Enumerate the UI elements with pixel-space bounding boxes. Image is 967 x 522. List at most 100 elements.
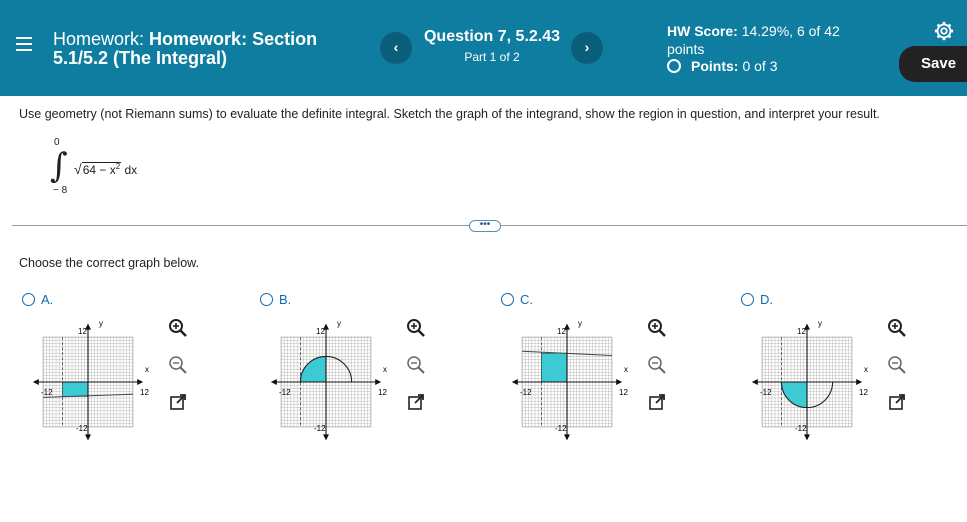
- expand-icon[interactable]: [647, 392, 667, 412]
- axis-y-label: y: [99, 319, 103, 328]
- y-arrow: [564, 434, 570, 441]
- option-d-label[interactable]: D.: [741, 292, 773, 307]
- tick-neg-y: -12: [555, 424, 567, 433]
- graph-a: y x 12 12 -12 -12: [32, 319, 149, 441]
- y-arrow: [323, 434, 329, 441]
- menu-icon[interactable]: [16, 37, 32, 53]
- hw-score: HW Score: 14.29%, 6 of 42 points: [667, 22, 867, 58]
- expand-icon[interactable]: [406, 392, 426, 412]
- more-button[interactable]: •••: [469, 220, 501, 232]
- points-status: Points: 0 of 3: [667, 58, 777, 74]
- radio-button[interactable]: [501, 293, 514, 306]
- tick-neg-y: -12: [795, 424, 807, 433]
- zoom-in-icon[interactable]: [406, 318, 426, 338]
- tick-neg-y: -12: [314, 424, 326, 433]
- radical-sign: √: [74, 161, 82, 177]
- tick-neg-x: -12: [760, 388, 772, 397]
- assignment-title: Homework: Homework: Section 5.1/5.2 (The…: [53, 30, 353, 68]
- tick-pos-x: 12: [378, 388, 387, 397]
- integral-sign: ∫: [50, 146, 68, 186]
- option-letter: D.: [760, 292, 773, 307]
- x-arrow: [856, 379, 863, 385]
- option-a[interactable]: A. y x 12 12 -12 -12: [22, 292, 202, 452]
- differential: dx: [121, 163, 138, 177]
- expand-icon[interactable]: [168, 392, 188, 412]
- shaded-region: [62, 381, 89, 397]
- option-letter: B.: [279, 292, 292, 307]
- y-arrow: [85, 434, 91, 441]
- radio-button[interactable]: [22, 293, 35, 306]
- axis-y-label: y: [818, 319, 822, 328]
- graph-tools: [887, 318, 909, 429]
- option-d[interactable]: D. y x 12 12 -12 -12: [741, 292, 921, 452]
- tick-pos-y: 12: [557, 327, 566, 336]
- points-value: 0 of 3: [742, 58, 778, 74]
- zoom-out-icon[interactable]: [406, 355, 426, 375]
- option-a-label[interactable]: A.: [22, 292, 53, 307]
- option-letter: C.: [520, 292, 533, 307]
- points-ring-icon: [667, 59, 681, 73]
- option-b-label[interactable]: B.: [260, 292, 291, 307]
- zoom-out-icon[interactable]: [647, 355, 667, 375]
- top-header: Homework: Homework: Section 5.1/5.2 (The…: [0, 0, 967, 96]
- zoom-out-icon[interactable]: [168, 355, 188, 375]
- exponent: 2: [115, 162, 121, 171]
- tick-pos-y: 12: [78, 327, 87, 336]
- gear-icon[interactable]: [933, 20, 955, 42]
- shaded-region: [541, 352, 568, 383]
- y-arrow: [804, 434, 810, 441]
- integrand: √64 − x2 dx: [74, 161, 137, 177]
- tick-neg-x: -12: [279, 388, 291, 397]
- x-arrow: [270, 379, 277, 385]
- option-letter: A.: [41, 292, 54, 307]
- next-question-button[interactable]: ›: [571, 32, 603, 64]
- graph-body: [32, 323, 144, 441]
- zoom-out-icon[interactable]: [887, 355, 907, 375]
- graph-body: [751, 323, 863, 441]
- option-c[interactable]: C. y x 12 12 -12 -12: [501, 292, 681, 452]
- option-c-label[interactable]: C.: [501, 292, 533, 307]
- zoom-in-icon[interactable]: [168, 318, 188, 338]
- axis-x-label: x: [383, 365, 387, 374]
- save-button[interactable]: Save: [899, 46, 967, 82]
- graph-d: y x 12 12 -12 -12: [751, 319, 868, 441]
- expand-icon[interactable]: [887, 392, 907, 412]
- axis-x-label: x: [864, 365, 868, 374]
- graph-tools: [647, 318, 669, 429]
- axis-y-label: y: [337, 319, 341, 328]
- graph-tools: [406, 318, 428, 429]
- tick-neg-x: -12: [520, 388, 532, 397]
- graph-c: y x 12 12 -12 -12: [511, 319, 628, 441]
- x-arrow: [511, 379, 518, 385]
- question-part: Part 1 of 2: [464, 50, 520, 64]
- tick-pos-y: 12: [797, 327, 806, 336]
- zoom-in-icon[interactable]: [887, 318, 907, 338]
- x-arrow: [32, 379, 39, 385]
- tick-pos-y: 12: [316, 327, 325, 336]
- tick-pos-x: 12: [619, 388, 628, 397]
- option-b[interactable]: B. y x 12 12 -12 -12: [260, 292, 440, 452]
- problem-prompt: Use geometry (not Riemann sums) to evalu…: [19, 107, 880, 121]
- question-info: Question 7, 5.2.43 Part 1 of 2: [418, 28, 566, 64]
- score-label: HW Score:: [667, 23, 738, 39]
- radio-button[interactable]: [741, 293, 754, 306]
- x-arrow: [751, 379, 758, 385]
- graph-b: y x 12 12 -12 -12: [270, 319, 387, 441]
- graph-body: [270, 323, 382, 441]
- tick-pos-x: 12: [140, 388, 149, 397]
- lower-limit: − 8: [53, 185, 68, 196]
- radio-button[interactable]: [260, 293, 273, 306]
- axis-x-label: x: [624, 365, 628, 374]
- axis-x-label: x: [145, 365, 149, 374]
- x-arrow: [137, 379, 144, 385]
- choose-instruction: Choose the correct graph below.: [19, 256, 199, 270]
- title-prefix: Homework:: [53, 29, 145, 49]
- integral-expression: 0 ∫ − 8 √64 − x2 dx: [40, 137, 160, 202]
- tick-pos-x: 12: [859, 388, 868, 397]
- zoom-in-icon[interactable]: [647, 318, 667, 338]
- x-arrow: [375, 379, 382, 385]
- tick-neg-y: -12: [76, 424, 88, 433]
- previous-question-button[interactable]: ‹: [380, 32, 412, 64]
- radicand: 64 − x: [82, 163, 116, 177]
- axis-y-label: y: [578, 319, 582, 328]
